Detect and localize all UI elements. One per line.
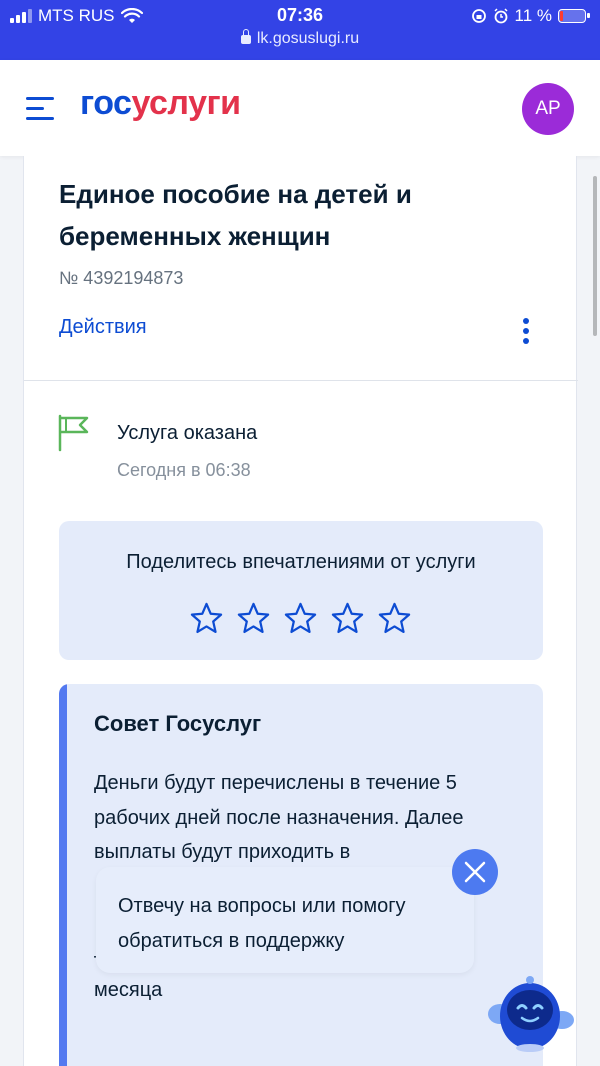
- battery-icon: [558, 9, 590, 23]
- status-title: Услуга оказана: [117, 422, 258, 444]
- application-number: № 4392194873: [59, 268, 184, 288]
- rating-box: Поделитесь впечатлениями от услуги: [59, 521, 543, 660]
- actions-link[interactable]: Действия: [59, 316, 147, 339]
- address-bar[interactable]: lk.gosuslugi.ru: [0, 29, 600, 48]
- star-icon[interactable]: [189, 601, 224, 636]
- menu-icon[interactable]: [26, 97, 56, 123]
- alarm-icon: [493, 8, 508, 24]
- assistant-robot-icon[interactable]: [484, 970, 578, 1056]
- star-icon[interactable]: [283, 601, 318, 636]
- tip-accent-bar: [59, 684, 67, 1066]
- chat-bubble[interactable]: Отвечу на вопросы или помогу обратиться …: [96, 867, 474, 973]
- close-chat-button[interactable]: [452, 849, 498, 895]
- status-bar: MTS RUS 07:36 11 % lk.gosuslugi.ru: [0, 0, 600, 60]
- more-options-icon[interactable]: [518, 316, 534, 346]
- gosuslugi-logo[interactable]: госуслуги: [80, 84, 241, 123]
- site-header: госуслуги: [0, 60, 600, 156]
- rating-prompt: Поделитесь впечатлениями от услуги: [126, 551, 476, 573]
- tip-title: Совет Госуслуг: [94, 711, 262, 736]
- tip-text-visible: Деньги будут перечислены в течение 5 раб…: [94, 772, 464, 863]
- system-indicators: 11 %: [471, 6, 590, 26]
- star-icon[interactable]: [236, 601, 271, 636]
- flag-icon: [58, 414, 89, 452]
- divider: [24, 380, 578, 381]
- rating-stars: [189, 601, 412, 636]
- star-icon[interactable]: [377, 601, 412, 636]
- avatar[interactable]: АР: [522, 83, 574, 135]
- star-icon[interactable]: [330, 601, 365, 636]
- scrollbar[interactable]: [593, 176, 597, 336]
- close-icon: [464, 861, 486, 883]
- chat-message: Отвечу на вопросы или помогу обратиться …: [118, 895, 406, 952]
- page-title: Единое пособие на детей и беременных жен…: [59, 179, 412, 251]
- lock-icon: [240, 29, 251, 44]
- url-text: lk.gosuslugi.ru: [256, 30, 360, 47]
- battery-percent: 11 %: [514, 6, 553, 25]
- status-time: Сегодня в 06:38: [117, 460, 251, 480]
- orientation-lock-icon: [471, 9, 486, 23]
